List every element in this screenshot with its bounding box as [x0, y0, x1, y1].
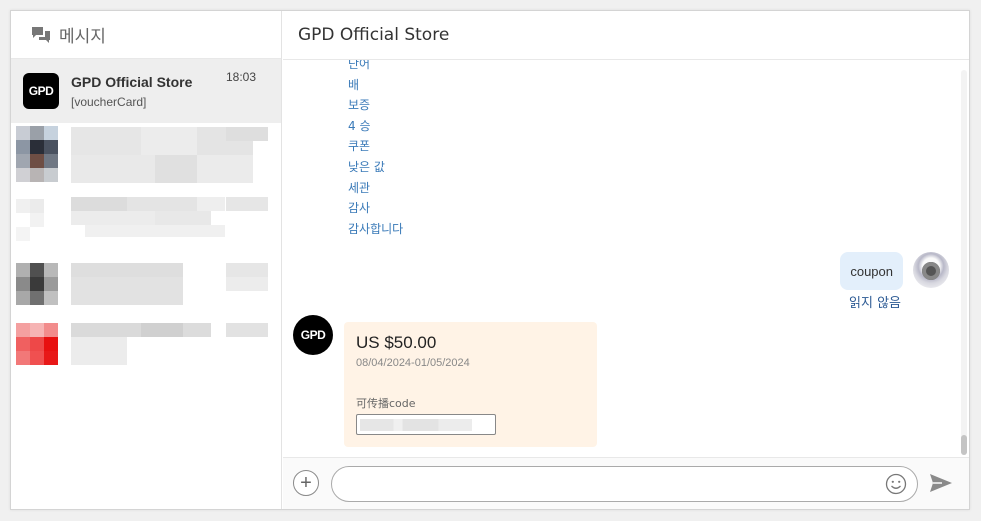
message-line: 감사합니다 — [348, 221, 404, 236]
scrollbar-thumb[interactable] — [961, 435, 967, 455]
message-line: 낮은 값 — [348, 159, 385, 174]
conversation-sidebar: 메시지 GPD GPD Official Store [voucherCard]… — [11, 11, 282, 509]
message-line: 보증 — [348, 98, 371, 113]
user-avatar[interactable] — [913, 252, 949, 288]
message-line: 감사 — [348, 201, 371, 216]
message-list[interactable]: 단어 배 보증 4 승 쿠폰 낮은 값 세관 감사 감사합니다 coupon 읽… — [283, 60, 969, 458]
store-avatar[interactable]: GPD — [293, 315, 333, 355]
send-arrow-icon[interactable] — [929, 472, 953, 494]
conversation-item-gpd[interactable]: GPD GPD Official Store [voucherCard] 18:… — [11, 59, 281, 123]
conversation-item-blurred[interactable] — [11, 255, 281, 321]
message-composer: + — [283, 457, 969, 509]
outgoing-message-bubble: coupon — [840, 252, 903, 290]
outgoing-message-text: coupon — [850, 263, 893, 279]
conversation-preview: [voucherCard] — [71, 94, 147, 109]
message-line: 쿠폰 — [348, 139, 371, 154]
conversation-item-blurred[interactable] — [11, 123, 281, 189]
conversation-item-blurred[interactable] — [11, 189, 281, 255]
conversation-time: 18:03 — [225, 70, 256, 84]
store-logo: GPD — [23, 73, 59, 109]
voucher-validity-dates: 08/04/2024-01/05/2024 — [356, 357, 470, 369]
message-line: 4 승 — [348, 118, 371, 133]
sidebar-title: 메시지 — [59, 27, 106, 47]
incoming-text-message: 단어 배 보증 4 승 쿠폰 낮은 값 세관 감사 감사합니다 — [348, 60, 403, 239]
chat-panel: GPD Official Store 단어 배 보증 4 승 쿠폰 낮은 값 세… — [283, 11, 969, 509]
voucher-code-label: 可传播code — [356, 397, 416, 410]
chat-title: GPD Official Store — [298, 25, 450, 45]
voucher-card[interactable]: US $50.00 08/04/2024-01/05/2024 可传播code — [344, 322, 597, 447]
smiley-icon[interactable] — [885, 473, 907, 495]
message-input[interactable] — [346, 467, 886, 501]
chat-header: GPD Official Store — [283, 11, 969, 60]
messenger-window: 메시지 GPD GPD Official Store [voucherCard]… — [10, 10, 970, 510]
chat-bubbles-icon — [32, 26, 50, 43]
sidebar-header: 메시지 — [11, 11, 281, 59]
message-scrollbar[interactable] — [961, 70, 967, 455]
voucher-amount: US $50.00 — [356, 333, 437, 352]
voucher-code-field[interactable] — [356, 414, 496, 435]
plus-circle-icon[interactable]: + — [293, 470, 319, 496]
message-line: 세관 — [348, 180, 371, 195]
read-status: 읽지 않음 — [849, 296, 901, 311]
message-line: 배 — [348, 77, 360, 92]
message-line: 단어 — [348, 60, 371, 71]
conversation-item-blurred[interactable] — [11, 321, 281, 387]
message-input-box[interactable] — [331, 466, 918, 502]
